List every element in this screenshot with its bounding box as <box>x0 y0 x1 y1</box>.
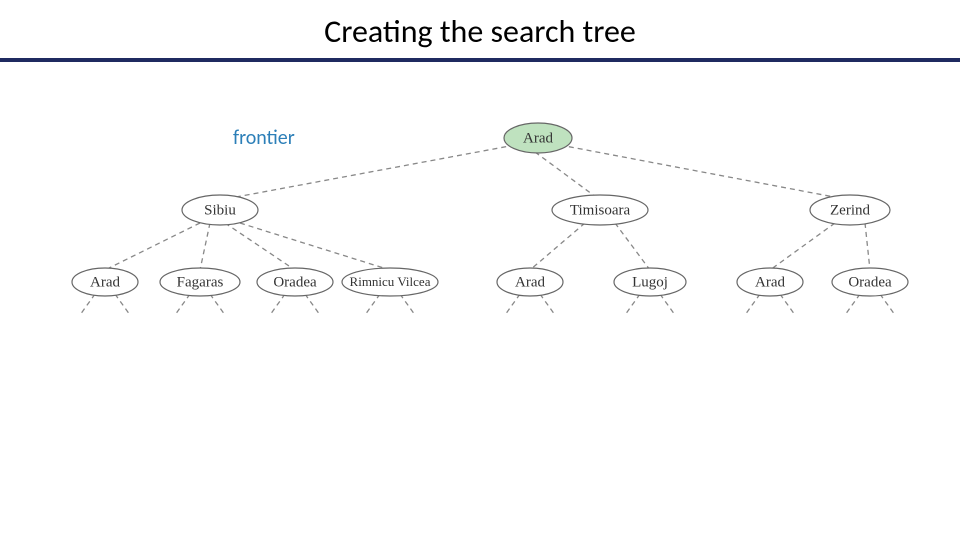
node-sibiu-label: Sibiu <box>204 202 236 218</box>
node-timisoara-label: Timisoara <box>570 202 631 218</box>
edge <box>225 223 295 270</box>
edge <box>220 145 515 200</box>
edge <box>105 223 200 270</box>
title-underline <box>0 58 960 62</box>
edge <box>240 223 390 270</box>
node-zerind-label: Zerind <box>830 202 870 218</box>
leaf-label-2: Oradea <box>273 274 317 290</box>
edge <box>560 145 850 200</box>
node-root-label: Arad <box>523 130 553 146</box>
edge <box>865 223 870 270</box>
edge-stub <box>625 294 640 315</box>
leaf-label-7: Oradea <box>848 274 892 290</box>
edge <box>535 152 600 200</box>
edge-stub <box>540 294 555 315</box>
edge-stub <box>175 294 190 315</box>
edge-stub <box>210 294 225 315</box>
edge <box>770 223 835 270</box>
edge-stub <box>780 294 795 315</box>
edge-stub <box>505 294 520 315</box>
edge <box>530 223 585 270</box>
leaf-label-4: Arad <box>515 274 545 290</box>
leaf-label-1: Fagaras <box>177 274 224 290</box>
leaf-label-3: Rimnicu Vilcea <box>350 274 431 289</box>
edge-stub <box>745 294 760 315</box>
edge-stub <box>270 294 285 315</box>
edge <box>615 223 650 270</box>
edge-stub <box>880 294 895 315</box>
edge-stub <box>115 294 130 315</box>
slide-title: Creating the search tree <box>0 12 960 51</box>
edge-stub <box>80 294 95 315</box>
edge-stub <box>845 294 860 315</box>
edge <box>200 223 210 270</box>
edge-stub <box>305 294 320 315</box>
edge-stub <box>365 294 380 315</box>
search-tree-diagram: Arad Sibiu Timisoara Zerind Arad Fagaras… <box>60 110 920 370</box>
leaf-label-6: Arad <box>755 274 785 290</box>
leaf-label-0: Arad <box>90 274 120 290</box>
leaf-label-5: Lugoj <box>632 274 668 290</box>
edge-stub <box>400 294 415 315</box>
edge-stub <box>660 294 675 315</box>
